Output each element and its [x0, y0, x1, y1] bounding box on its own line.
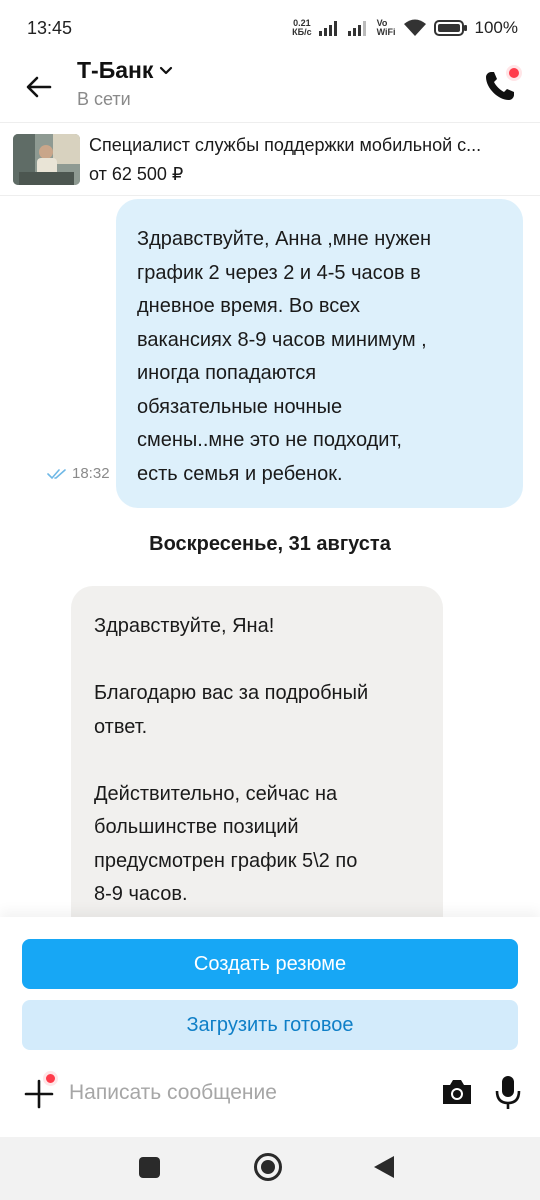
vacancy-thumbnail: [13, 134, 80, 185]
vacancy-card[interactable]: Специалист службы поддержки мобильной с.…: [0, 122, 540, 196]
bottom-panel: Создать резюме Загрузить готовое: [0, 917, 540, 1137]
outgoing-message[interactable]: Здравствуйте, Анна ,мне нужен график 2 ч…: [116, 199, 523, 508]
network-speed-unit: КБ/с: [292, 27, 312, 37]
message-input[interactable]: [69, 1075, 429, 1111]
vacancy-salary: от 62 500 ₽: [89, 164, 184, 184]
chevron-down-icon[interactable]: [159, 66, 173, 76]
date-divider: Воскресенье, 31 августа: [149, 533, 391, 555]
battery-icon: [433, 20, 467, 36]
camera-button[interactable]: [440, 1077, 474, 1109]
back-button[interactable]: [22, 70, 56, 104]
home-icon-inner: [261, 1160, 275, 1174]
mic-icon: [495, 1076, 521, 1109]
vacancy-title: Специалист службы поддержки мобильной с.…: [89, 135, 482, 155]
recents-icon[interactable]: [139, 1157, 160, 1178]
battery-percent: 100%: [474, 18, 518, 37]
message-text: Здравствуйте, Яна! Благодарю вас за подр…: [94, 615, 369, 905]
upload-resume-button[interactable]: Загрузить готовое: [22, 1000, 518, 1050]
double-check-icon: [47, 468, 66, 479]
message-text: Здравствуйте, Анна ,мне нужен график 2 ч…: [137, 228, 432, 485]
incoming-message[interactable]: Здравствуйте, Яна! Благодарю вас за подр…: [71, 586, 443, 946]
status-bar: 13:45 0.21 КБ/с Vo WiFi 100%: [0, 0, 540, 56]
create-resume-button[interactable]: Создать резюме: [22, 939, 518, 989]
status-time: 13:45: [27, 17, 73, 38]
system-nav-bar: [0, 1137, 540, 1200]
nav-back-icon[interactable]: [374, 1156, 394, 1178]
wifi-icon: [403, 19, 426, 36]
status-icons: 0.21 КБ/с Vo WiFi 100%: [292, 18, 518, 38]
chat-title[interactable]: Т-Банк: [77, 57, 153, 84]
signal-icon: [318, 21, 337, 36]
vo-wifi-bottom: WiFi: [376, 27, 396, 37]
mic-button[interactable]: [493, 1075, 523, 1111]
message-meta: 18:32: [47, 465, 110, 482]
notification-dot: [506, 65, 522, 81]
chat-header: Т-Банк В сети: [0, 56, 540, 122]
chat-title-row[interactable]: Т-Банк: [77, 57, 173, 84]
back-arrow-icon: [26, 76, 52, 98]
online-status: В сети: [77, 89, 131, 109]
message-time: 18:32: [72, 465, 110, 482]
network-speed: 0.21 КБ/с: [292, 19, 311, 37]
vacancy-photo: [13, 134, 80, 185]
vo-wifi-label: Vo WiFi: [377, 19, 396, 37]
notification-dot: [43, 1071, 58, 1086]
call-button[interactable]: [482, 64, 522, 104]
home-icon[interactable]: [254, 1153, 282, 1181]
camera-icon: [443, 1080, 471, 1104]
signal-icon: [347, 21, 366, 36]
attach-button[interactable]: [22, 1071, 58, 1111]
